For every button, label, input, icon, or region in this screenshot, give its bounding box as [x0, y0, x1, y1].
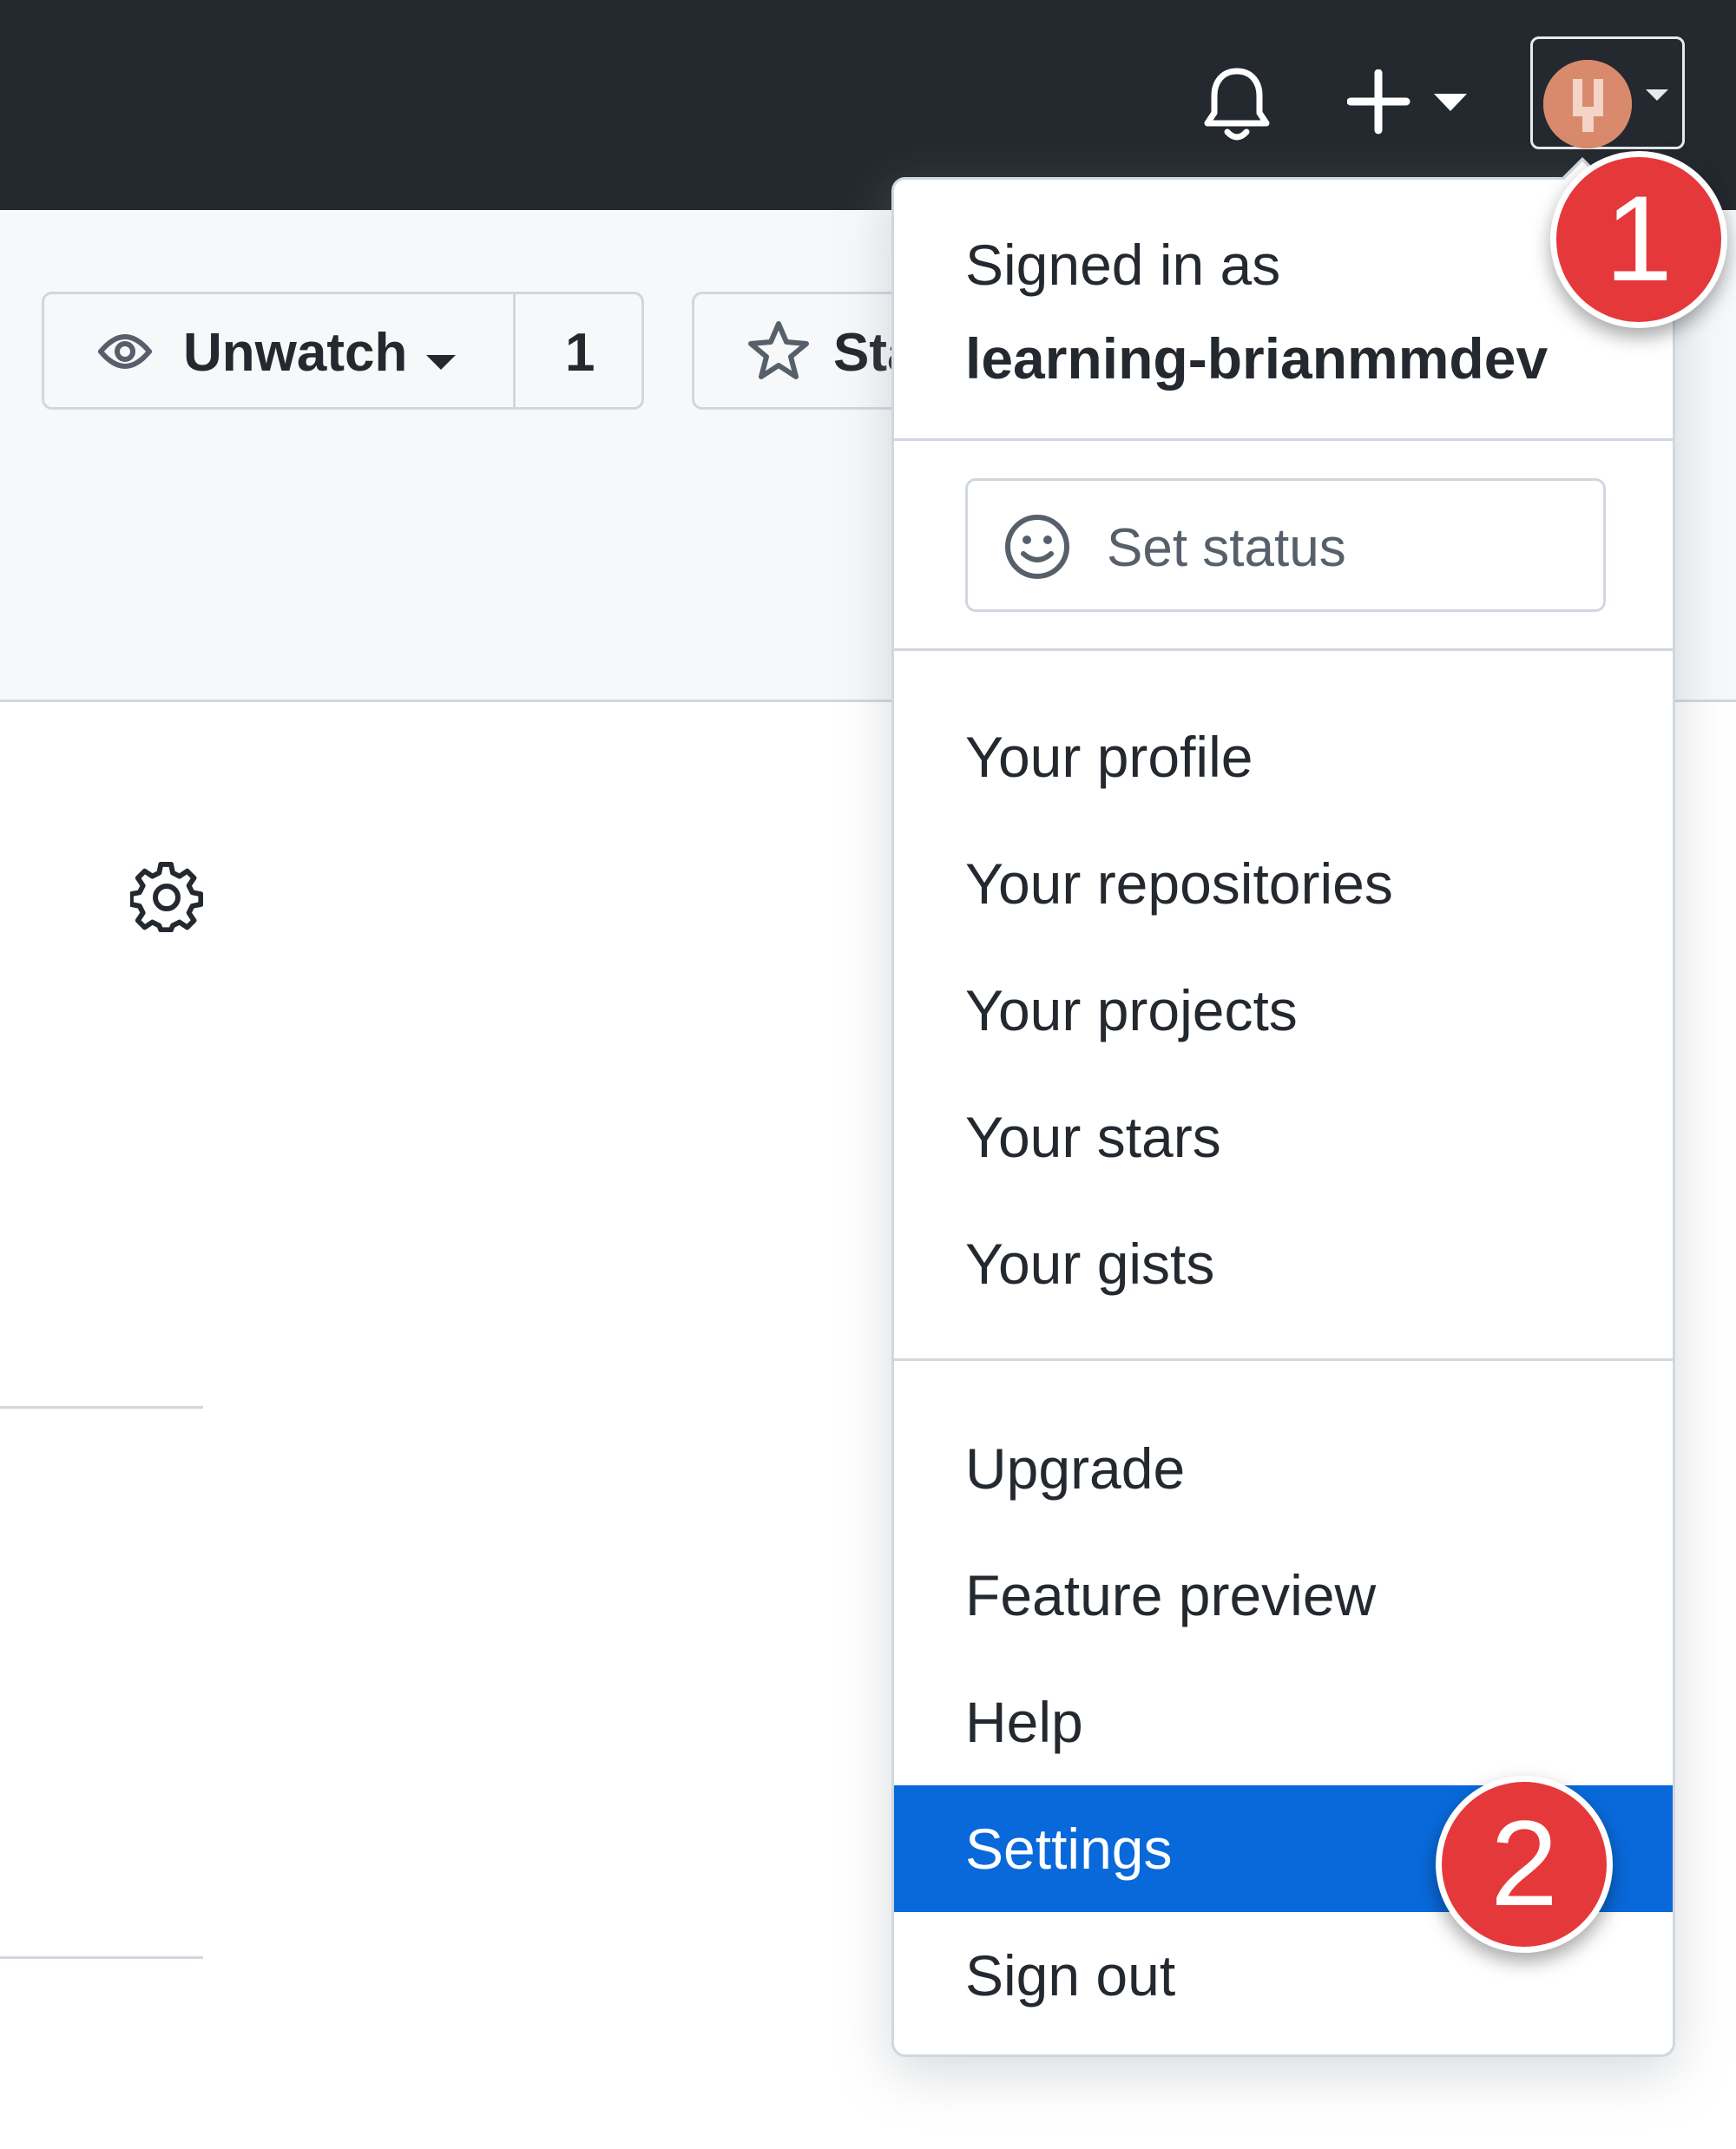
plus-icon — [1347, 69, 1467, 135]
step-2-badge: 2 — [1436, 1776, 1613, 1953]
chevron-down-icon — [1646, 89, 1668, 101]
menu-item-upgrade[interactable]: Upgrade — [894, 1405, 1673, 1532]
step-1-badge: 1 — [1550, 151, 1727, 328]
chevron-down-icon — [426, 355, 456, 370]
menu-item-your-projects[interactable]: Your projects — [894, 947, 1673, 1074]
menu-divider — [894, 438, 1673, 441]
signed-in-label: Signed in as — [965, 233, 1281, 297]
set-status-button[interactable]: Set status — [965, 478, 1606, 612]
menu-item-your-stars[interactable]: Your stars — [894, 1074, 1673, 1200]
gear-icon[interactable] — [130, 859, 203, 932]
watch-button-group: Unwatch 1 — [42, 292, 644, 410]
username[interactable]: learning-brianmmdev — [965, 325, 1548, 391]
menu-item-your-repositories[interactable]: Your repositories — [894, 820, 1673, 947]
menu-item-your-profile[interactable]: Your profile — [894, 693, 1673, 820]
menu-item-help[interactable]: Help — [894, 1659, 1673, 1785]
unwatch-label: Unwatch — [183, 323, 408, 383]
create-new-button[interactable] — [1347, 69, 1476, 135]
user-menu-button[interactable] — [1530, 36, 1685, 149]
eye-icon — [98, 334, 152, 369]
star-icon — [748, 321, 809, 379]
menu-item-your-gists[interactable]: Your gists — [894, 1200, 1673, 1327]
menu-divider — [894, 648, 1673, 651]
unwatch-button[interactable]: Unwatch — [44, 294, 516, 407]
menu-divider — [894, 1358, 1673, 1361]
divider — [0, 1406, 203, 1409]
bell-icon[interactable] — [1203, 66, 1271, 142]
set-status-label: Set status — [1107, 518, 1346, 578]
user-dropdown-menu: Signed in as learning-brianmmdev Set sta… — [891, 157, 1675, 2057]
avatar — [1543, 60, 1632, 148]
divider — [0, 1956, 203, 1959]
menu-item-feature-preview[interactable]: Feature preview — [894, 1532, 1673, 1659]
watchers-count[interactable]: 1 — [565, 322, 595, 384]
smiley-icon — [1005, 515, 1069, 579]
